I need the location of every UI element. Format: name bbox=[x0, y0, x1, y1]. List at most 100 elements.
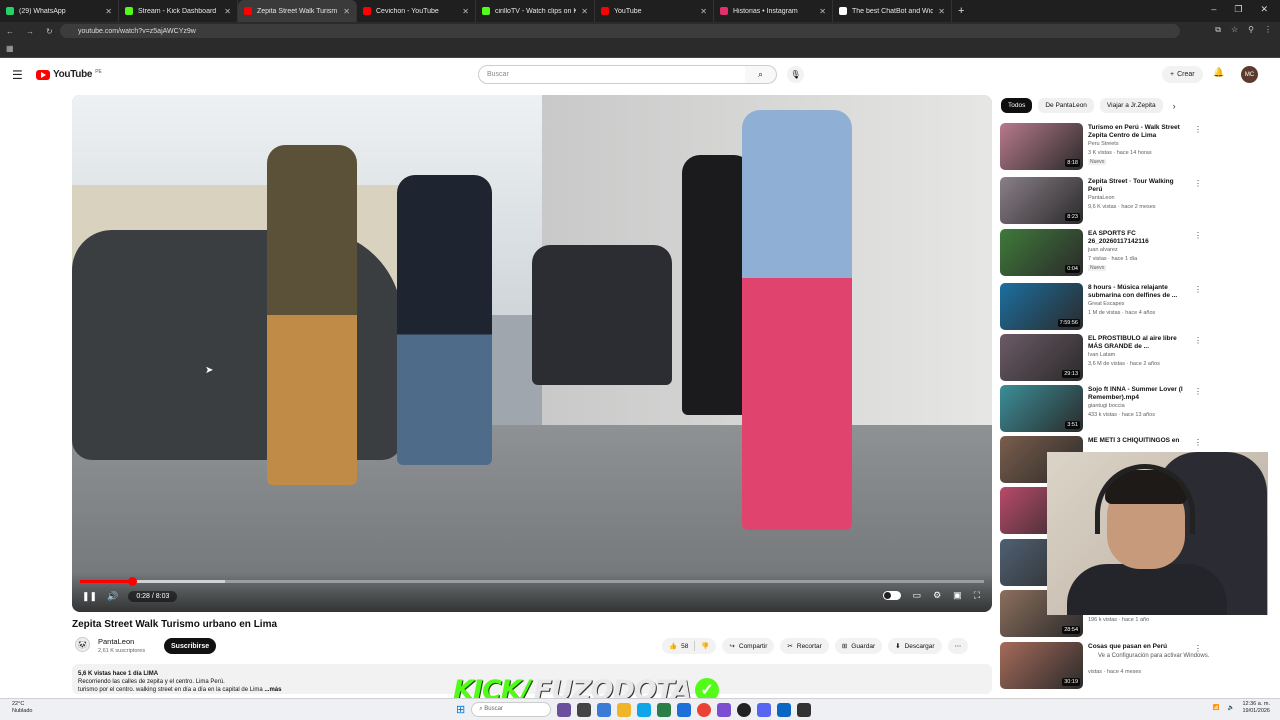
obs-icon[interactable] bbox=[737, 702, 752, 717]
create-button[interactable]: + Crear bbox=[1162, 66, 1203, 83]
menu-icon[interactable]: ☰ bbox=[12, 68, 23, 82]
recommendation-item[interactable]: 8:18 Turismo en Perú - Walk Street Zepita… bbox=[1000, 123, 1202, 170]
browser-tab[interactable]: Stream - Kick Dashboard ✕ bbox=[119, 0, 238, 22]
taskbar-app-icon[interactable] bbox=[797, 702, 812, 717]
browser-tab[interactable]: The best ChatBot and Widget ✕ bbox=[833, 0, 952, 22]
filter-chip[interactable]: Todos bbox=[1001, 98, 1033, 113]
filter-chip[interactable]: De PantaLeon bbox=[1038, 98, 1094, 113]
apps-grid-icon[interactable]: ▦ bbox=[6, 44, 14, 53]
recommendation-thumbnail[interactable]: 8:18 bbox=[1000, 123, 1083, 170]
recommendation-item[interactable]: 8:23 Zepita Street · Tour Walking Perú Pan… bbox=[1000, 177, 1202, 224]
recommendation-title[interactable]: EA SPORTS FC 26_20260117142116 bbox=[1088, 230, 1188, 246]
volume-icon[interactable]: 🔊 bbox=[107, 591, 118, 602]
tab-close-icon[interactable]: ✕ bbox=[581, 7, 588, 16]
menu-dots-icon[interactable]: ⋮ bbox=[1264, 25, 1272, 35]
recommendation-channel[interactable]: Ivan Latam bbox=[1088, 352, 1115, 358]
taskbar-app-icon[interactable] bbox=[717, 702, 732, 717]
extensions-icon[interactable]: ⚲ bbox=[1248, 25, 1254, 35]
recommendation-channel[interactable]: PantaLeon bbox=[1088, 195, 1115, 201]
show-more-link[interactable]: ...más bbox=[264, 687, 281, 693]
youtube-logo[interactable]: YouTube PE bbox=[36, 69, 102, 80]
tab-close-icon[interactable]: ✕ bbox=[700, 7, 707, 16]
wifi-icon[interactable]: 📶 bbox=[1213, 705, 1220, 711]
taskbar-app-icon[interactable] bbox=[597, 702, 612, 717]
subtitles-icon[interactable]: ▭ bbox=[913, 590, 922, 601]
recommendation-thumbnail[interactable]: 7:59:56 bbox=[1000, 283, 1083, 330]
discord-icon[interactable] bbox=[757, 702, 772, 717]
progress-bar[interactable] bbox=[80, 577, 984, 586]
recommendation-item[interactable]: 7:59:56 8 hours - Música relajante submar… bbox=[1000, 283, 1202, 330]
taskbar-app-icon[interactable] bbox=[557, 702, 572, 717]
share-button[interactable]: ↪ Compartir bbox=[722, 638, 775, 654]
edge-icon[interactable] bbox=[637, 702, 652, 717]
forward-icon[interactable]: → bbox=[26, 27, 34, 36]
install-icon[interactable]: ⧉ bbox=[1215, 25, 1221, 35]
browser-tab[interactable]: YouTube ✕ bbox=[595, 0, 714, 22]
volume-tray-icon[interactable]: 🔈 bbox=[1228, 705, 1235, 711]
back-icon[interactable]: ← bbox=[6, 27, 14, 36]
recommendation-channel[interactable]: Great Escapes bbox=[1088, 301, 1124, 307]
recommendation-thumbnail[interactable]: 30:19 bbox=[1000, 642, 1083, 689]
recommendation-title[interactable]: Zepita Street · Tour Walking Perú bbox=[1088, 178, 1188, 194]
url-field[interactable]: youtube.com/watch?v=z5ajAWCYz9w bbox=[60, 24, 1180, 38]
recommendation-thumbnail[interactable]: 8:23 bbox=[1000, 177, 1083, 224]
recommendation-thumbnail[interactable]: 29:13 bbox=[1000, 334, 1083, 381]
new-tab-button[interactable]: + bbox=[958, 5, 964, 17]
filter-chip[interactable]: Viajar a Jr.Zepita bbox=[1099, 98, 1163, 113]
recommendation-item[interactable]: 3:51 Sojo ft INNA - Summer Lover (I Remem… bbox=[1000, 385, 1202, 432]
clip-button[interactable]: ✂ Recortar bbox=[780, 638, 829, 654]
miniplayer-icon[interactable]: ▣ bbox=[953, 590, 962, 601]
close-window-icon[interactable]: ✕ bbox=[1260, 4, 1268, 15]
more-options-icon[interactable]: ⋮ bbox=[1194, 387, 1202, 396]
chevron-right-icon[interactable]: › bbox=[1173, 101, 1176, 111]
browser-tab[interactable]: (29) WhatsApp ✕ bbox=[0, 0, 119, 22]
recommendation-thumbnail[interactable]: 0:04 bbox=[1000, 229, 1083, 276]
account-avatar[interactable]: MC bbox=[1241, 66, 1258, 83]
more-options-icon[interactable]: ⋮ bbox=[1194, 179, 1202, 188]
download-button[interactable]: ⬇ Descargar bbox=[888, 638, 942, 654]
voice-search-button[interactable]: 🎙 bbox=[787, 66, 804, 83]
windows-start-icon[interactable]: ⊞ bbox=[456, 703, 465, 716]
minimize-icon[interactable]: – bbox=[1211, 4, 1216, 15]
tab-close-icon[interactable]: ✕ bbox=[938, 7, 945, 16]
browser-tab[interactable]: Cevichon - YouTube ✕ bbox=[357, 0, 476, 22]
more-options-icon[interactable]: ⋮ bbox=[1194, 231, 1202, 240]
search-button[interactable]: ⌕ bbox=[745, 65, 777, 84]
browser-tab[interactable]: cirilloTV - Watch clips on Kick ✕ bbox=[476, 0, 595, 22]
recommendation-item[interactable]: 29:13 EL PROSTÍBULO al aire libre MÁS GRA… bbox=[1000, 334, 1202, 381]
recommendation-title[interactable]: Cosas que pasan en Perú bbox=[1088, 643, 1188, 651]
recommendation-channel[interactable]: Peru Streets bbox=[1088, 141, 1119, 147]
taskbar-app-icon[interactable] bbox=[657, 702, 672, 717]
more-options-icon[interactable]: ⋮ bbox=[1194, 285, 1202, 294]
recommendation-title[interactable]: Turismo en Perú - Walk Street Zepita Cen… bbox=[1088, 124, 1188, 140]
more-actions-button[interactable]: ⋯ bbox=[947, 638, 969, 654]
more-options-icon[interactable]: ⋮ bbox=[1194, 336, 1202, 345]
video-player[interactable]: ➤ ❚❚ 🔊 0:28 / 8:03 ▭ ⚙ ▣ ⛶ bbox=[72, 95, 992, 612]
recommendation-title[interactable]: 8 hours - Música relajante submarina con… bbox=[1088, 284, 1188, 300]
taskbar-app-icon[interactable] bbox=[577, 702, 592, 717]
tab-close-icon[interactable]: ✕ bbox=[224, 7, 231, 16]
subscribe-button[interactable]: Suscribirse bbox=[164, 638, 217, 654]
chrome-icon[interactable] bbox=[697, 702, 712, 717]
recommendation-channel[interactable]: juan alvarez bbox=[1088, 247, 1118, 253]
taskbar-app-icon[interactable] bbox=[677, 702, 692, 717]
fullscreen-icon[interactable]: ⛶ bbox=[974, 590, 980, 601]
reload-icon[interactable]: ↻ bbox=[46, 27, 53, 36]
like-button[interactable]: 👍 58 👎 bbox=[662, 638, 717, 654]
more-options-icon[interactable]: ⋮ bbox=[1194, 438, 1202, 447]
recommendation-item[interactable]: 0:04 EA SPORTS FC 26_20260117142116 juan a… bbox=[1000, 229, 1202, 276]
scrubber-handle[interactable] bbox=[128, 577, 138, 586]
weather-widget[interactable]: 22°C Nublado bbox=[12, 701, 33, 715]
recommendation-channel[interactable]: giantugi boccia bbox=[1088, 403, 1125, 409]
taskbar-app-icon[interactable] bbox=[777, 702, 792, 717]
tab-close-icon[interactable]: ✕ bbox=[819, 7, 826, 16]
channel-name[interactable]: PantaLeon bbox=[98, 637, 134, 646]
tab-close-icon[interactable]: ✕ bbox=[462, 7, 469, 16]
search-input[interactable]: Buscar bbox=[478, 65, 746, 84]
pause-icon[interactable]: ❚❚ bbox=[82, 591, 97, 602]
thumbs-down-icon[interactable]: 👎 bbox=[701, 642, 709, 650]
recommendation-title[interactable]: Sojo ft INNA - Summer Lover (I Remember)… bbox=[1088, 386, 1188, 402]
tab-close-icon[interactable]: ✕ bbox=[105, 7, 112, 16]
clock[interactable]: 12:36 a. m. 19/01/2026 bbox=[1242, 701, 1270, 715]
browser-tab[interactable]: Zepita Street Walk Turism ✕ bbox=[238, 0, 357, 22]
